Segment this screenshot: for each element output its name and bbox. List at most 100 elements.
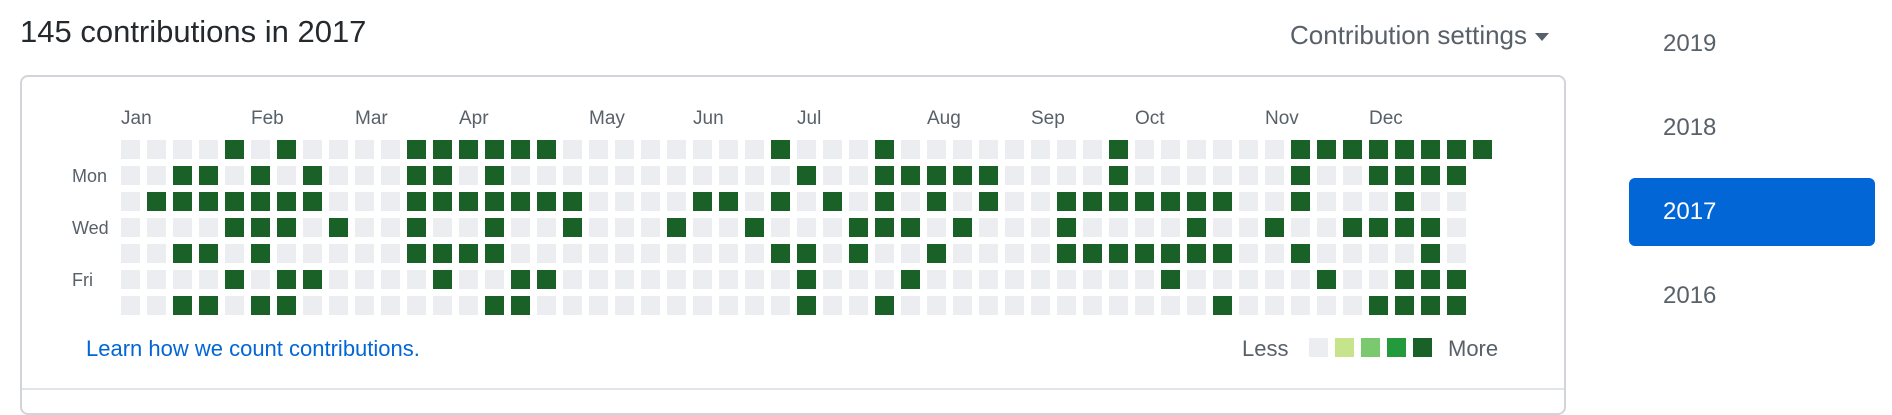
- contribution-day-cell[interactable]: [641, 140, 660, 159]
- contribution-day-cell[interactable]: [797, 140, 816, 159]
- contribution-day-cell[interactable]: [1031, 296, 1050, 315]
- contribution-day-cell[interactable]: [823, 192, 842, 211]
- contribution-day-cell[interactable]: [719, 218, 738, 237]
- contribution-day-cell[interactable]: [251, 140, 270, 159]
- contribution-day-cell[interactable]: [381, 140, 400, 159]
- contribution-day-cell[interactable]: [147, 192, 166, 211]
- contribution-day-cell[interactable]: [511, 296, 530, 315]
- contribution-day-cell[interactable]: [459, 166, 478, 185]
- contribution-day-cell[interactable]: [173, 270, 192, 289]
- contribution-day-cell[interactable]: [303, 244, 322, 263]
- contribution-day-cell[interactable]: [251, 166, 270, 185]
- contribution-day-cell[interactable]: [303, 218, 322, 237]
- contribution-day-cell[interactable]: [329, 166, 348, 185]
- contribution-day-cell[interactable]: [147, 296, 166, 315]
- contribution-day-cell[interactable]: [615, 270, 634, 289]
- contribution-day-cell[interactable]: [485, 140, 504, 159]
- contribution-day-cell[interactable]: [823, 166, 842, 185]
- year-link-2019[interactable]: 2019: [1629, 10, 1875, 78]
- contribution-day-cell[interactable]: [719, 244, 738, 263]
- contribution-day-cell[interactable]: [1291, 296, 1310, 315]
- contribution-day-cell[interactable]: [797, 218, 816, 237]
- contribution-day-cell[interactable]: [459, 192, 478, 211]
- contribution-day-cell[interactable]: [381, 296, 400, 315]
- contribution-day-cell[interactable]: [433, 218, 452, 237]
- contribution-day-cell[interactable]: [745, 140, 764, 159]
- contribution-day-cell[interactable]: [1109, 218, 1128, 237]
- contribution-day-cell[interactable]: [953, 218, 972, 237]
- contribution-day-cell[interactable]: [1213, 296, 1232, 315]
- contribution-day-cell[interactable]: [563, 270, 582, 289]
- contribution-day-cell[interactable]: [537, 296, 556, 315]
- contribution-day-cell[interactable]: [589, 192, 608, 211]
- contribution-day-cell[interactable]: [1395, 244, 1414, 263]
- contribution-day-cell[interactable]: [381, 270, 400, 289]
- contribution-day-cell[interactable]: [225, 166, 244, 185]
- contribution-day-cell[interactable]: [1395, 270, 1414, 289]
- contribution-day-cell[interactable]: [1291, 140, 1310, 159]
- contribution-day-cell[interactable]: [563, 166, 582, 185]
- contribution-day-cell[interactable]: [823, 140, 842, 159]
- contribution-day-cell[interactable]: [1343, 166, 1362, 185]
- contribution-day-cell[interactable]: [1057, 270, 1076, 289]
- contribution-day-cell[interactable]: [251, 296, 270, 315]
- contribution-day-cell[interactable]: [511, 244, 530, 263]
- contribution-day-cell[interactable]: [563, 218, 582, 237]
- contribution-day-cell[interactable]: [667, 270, 686, 289]
- contribution-day-cell[interactable]: [459, 270, 478, 289]
- contribution-day-cell[interactable]: [225, 270, 244, 289]
- contribution-day-cell[interactable]: [511, 192, 530, 211]
- contribution-day-cell[interactable]: [589, 218, 608, 237]
- contribution-day-cell[interactable]: [615, 166, 634, 185]
- contribution-day-cell[interactable]: [1447, 270, 1466, 289]
- year-link-2018[interactable]: 2018: [1629, 94, 1875, 162]
- contribution-day-cell[interactable]: [589, 140, 608, 159]
- contribution-day-cell[interactable]: [615, 296, 634, 315]
- contribution-day-cell[interactable]: [485, 244, 504, 263]
- contribution-day-cell[interactable]: [199, 244, 218, 263]
- contribution-day-cell[interactable]: [1343, 192, 1362, 211]
- contribution-day-cell[interactable]: [745, 166, 764, 185]
- contribution-day-cell[interactable]: [927, 140, 946, 159]
- contribution-day-cell[interactable]: [1187, 166, 1206, 185]
- contribution-day-cell[interactable]: [303, 270, 322, 289]
- contribution-day-cell[interactable]: [511, 218, 530, 237]
- contribution-day-cell[interactable]: [1057, 218, 1076, 237]
- contribution-day-cell[interactable]: [745, 218, 764, 237]
- contribution-day-cell[interactable]: [1135, 218, 1154, 237]
- contribution-day-cell[interactable]: [563, 192, 582, 211]
- contribution-day-cell[interactable]: [1031, 192, 1050, 211]
- contribution-day-cell[interactable]: [199, 166, 218, 185]
- contribution-day-cell[interactable]: [927, 192, 946, 211]
- contribution-day-cell[interactable]: [199, 140, 218, 159]
- contribution-day-cell[interactable]: [1291, 218, 1310, 237]
- contribution-day-cell[interactable]: [1291, 244, 1310, 263]
- contribution-day-cell[interactable]: [979, 218, 998, 237]
- contribution-day-cell[interactable]: [1447, 140, 1466, 159]
- contribution-day-cell[interactable]: [1135, 244, 1154, 263]
- contribution-day-cell[interactable]: [615, 244, 634, 263]
- contribution-day-cell[interactable]: [1421, 192, 1440, 211]
- contribution-day-cell[interactable]: [823, 270, 842, 289]
- contribution-day-cell[interactable]: [849, 166, 868, 185]
- contribution-day-cell[interactable]: [173, 166, 192, 185]
- contribution-day-cell[interactable]: [537, 270, 556, 289]
- learn-contributions-link[interactable]: Learn how we count contributions.: [86, 336, 420, 362]
- contribution-day-cell[interactable]: [1343, 244, 1362, 263]
- contribution-day-cell[interactable]: [1317, 244, 1336, 263]
- contribution-day-cell[interactable]: [1005, 166, 1024, 185]
- contribution-day-cell[interactable]: [381, 166, 400, 185]
- contribution-day-cell[interactable]: [485, 166, 504, 185]
- contribution-day-cell[interactable]: [1291, 270, 1310, 289]
- contribution-day-cell[interactable]: [693, 270, 712, 289]
- contribution-day-cell[interactable]: [875, 218, 894, 237]
- contribution-day-cell[interactable]: [1161, 166, 1180, 185]
- contribution-day-cell[interactable]: [901, 244, 920, 263]
- contribution-day-cell[interactable]: [381, 218, 400, 237]
- contribution-day-cell[interactable]: [1187, 244, 1206, 263]
- contribution-day-cell[interactable]: [433, 244, 452, 263]
- contribution-day-cell[interactable]: [251, 244, 270, 263]
- contribution-day-cell[interactable]: [1369, 140, 1388, 159]
- contribution-day-cell[interactable]: [667, 244, 686, 263]
- contribution-day-cell[interactable]: [199, 270, 218, 289]
